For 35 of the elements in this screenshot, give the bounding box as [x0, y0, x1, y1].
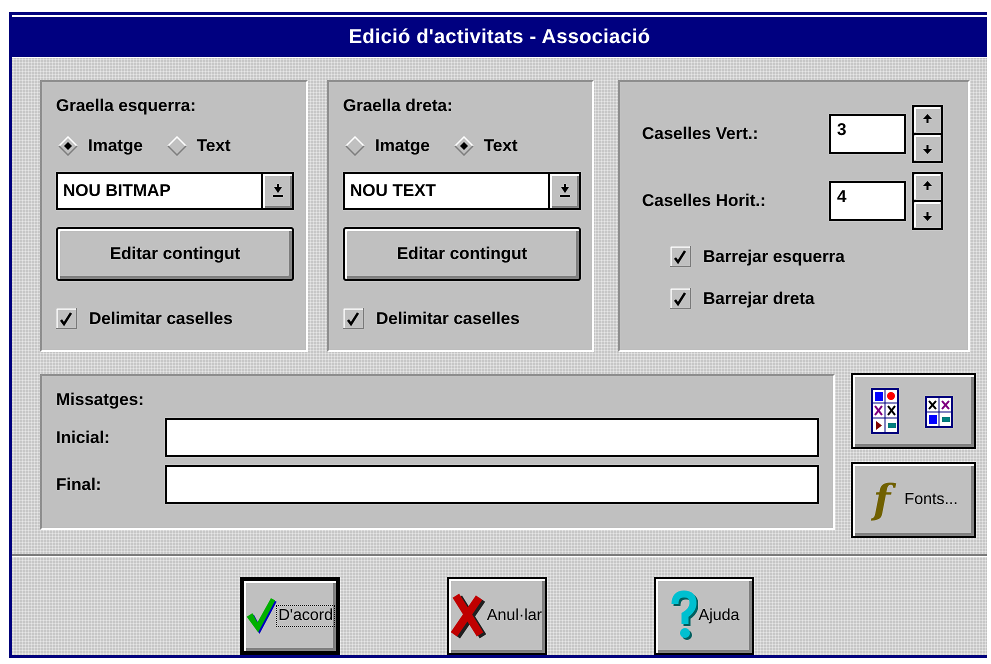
group-label: Graella dreta:	[343, 96, 454, 116]
field-label: Caselles Vert.:	[642, 124, 760, 144]
field-label: Final:	[56, 474, 102, 494]
text-field[interactable]	[164, 465, 819, 504]
grid-button[interactable]	[851, 373, 976, 449]
radio-button[interactable]: Imatge	[58, 136, 143, 156]
group-label: Graella esquerra:	[56, 96, 197, 116]
down-arrow-icon	[272, 184, 284, 198]
number-field[interactable]: 4	[829, 181, 906, 221]
number-field[interactable]: 3	[829, 114, 906, 154]
dialog-button[interactable]: Ajuda	[654, 577, 754, 655]
cross-icon	[451, 591, 486, 641]
font-icon: f	[869, 474, 900, 526]
dialog-button[interactable]: D'acord	[240, 577, 340, 655]
text-field[interactable]	[164, 418, 819, 457]
checkbox-option[interactable]: Delimitar caselles	[343, 308, 580, 329]
down-arrow-icon	[558, 184, 570, 198]
radio-button[interactable]: Text	[166, 136, 230, 156]
edit-button[interactable]: Editar contingut	[343, 227, 581, 281]
checkbox-option[interactable]: Barrejar esquerra	[670, 246, 968, 267]
radio-button[interactable]: Text	[454, 136, 518, 156]
window-title: Edició d'activitats - Associació	[348, 26, 650, 48]
spinner-arrows-icon	[912, 172, 943, 230]
field-label: Inicial:	[56, 428, 111, 448]
edit-button[interactable]: Editar contingut	[56, 227, 294, 281]
dropdown[interactable]: NOU TEXT	[343, 172, 581, 210]
checkbox-option[interactable]: Barrejar dreta	[670, 288, 968, 309]
spinner-arrows-icon	[912, 105, 943, 163]
dialog-button[interactable]: Anul·lar	[447, 577, 547, 655]
group-label: Missatges:	[56, 390, 145, 410]
fonts-button[interactable]: f Fonts...	[851, 462, 976, 538]
field-label: Caselles Horit.:	[642, 191, 767, 211]
radio-button[interactable]: Imatge	[345, 136, 430, 156]
checkbox-option[interactable]: Delimitar caselles	[56, 308, 294, 329]
dropdown[interactable]: NOU BITMAP	[56, 172, 294, 210]
